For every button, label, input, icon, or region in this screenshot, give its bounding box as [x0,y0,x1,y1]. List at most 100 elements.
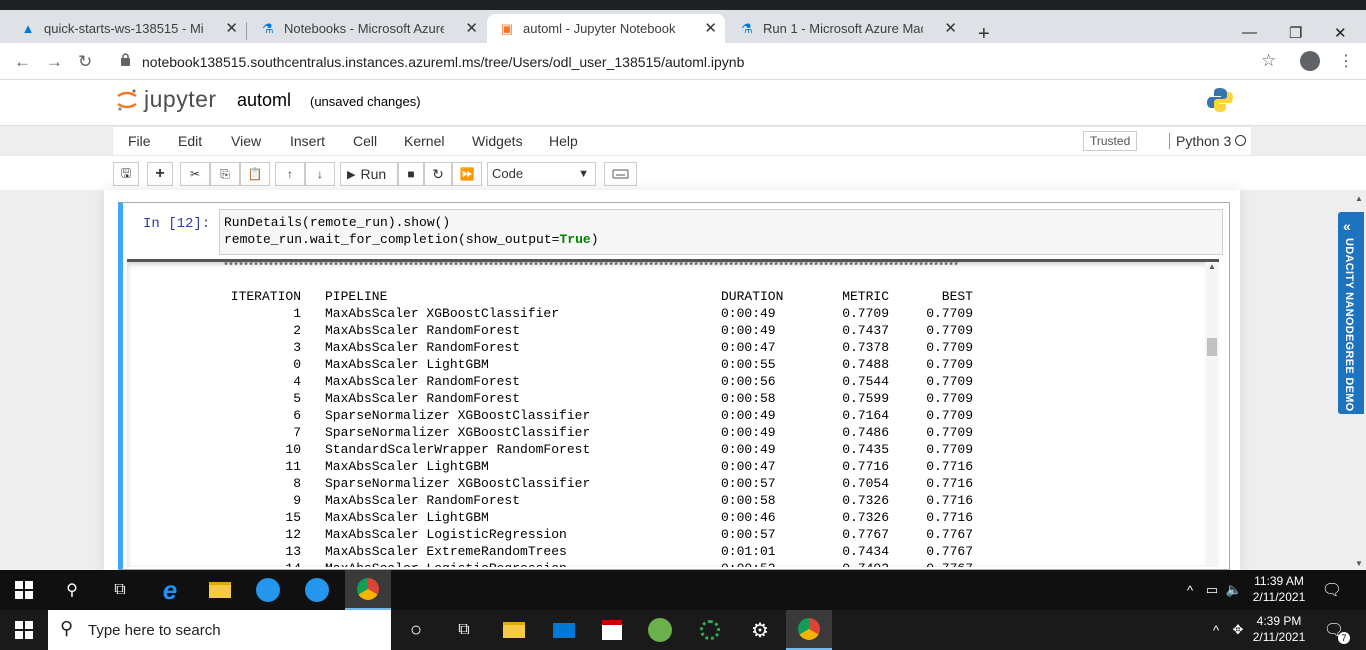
utorrent-icon[interactable] [648,618,672,642]
browser-tab-3-active[interactable]: ▣ automl - Jupyter Notebook ✕ [487,14,725,43]
trusted-indicator[interactable]: Trusted [1083,131,1138,151]
table-row: 15 MaxAbsScaler LightGBM 0:00:46 0.7326 0.77… [225,510,973,527]
cut-icon[interactable]: ✂ [180,162,210,186]
forward-icon[interactable]: → [46,52,63,72]
windows-start-icon[interactable] [12,578,36,602]
close-window-icon[interactable]: ✕ [1334,24,1347,42]
clock[interactable]: 11:39 AM 2/11/2021 [1244,573,1314,605]
menu-insert[interactable]: Insert [290,133,325,149]
scroll-down-icon[interactable]: ▼ [1355,559,1363,568]
chrome-icon[interactable] [786,610,832,650]
close-tab-icon[interactable]: ✕ [944,19,957,37]
calendar-app-icon[interactable] [600,618,624,642]
move-up-icon[interactable]: ↑ [275,162,305,186]
file-explorer-icon[interactable] [208,578,232,602]
restart-icon[interactable]: ↻ [424,162,452,186]
cell-metric: 0.7544 [842,374,889,389]
jupyter-logo-icon[interactable] [116,87,138,113]
windows-start-icon[interactable] [12,618,36,642]
cortana-icon[interactable]: ○ [404,618,428,642]
bookmark-star-icon[interactable]: ☆ [1261,51,1276,71]
kernel-name[interactable]: Python 3 [1169,133,1231,149]
notebook-name[interactable]: automl [237,90,291,111]
taskbar-search-box[interactable]: ⚲ Type here to search [48,610,391,650]
more-menu-icon[interactable]: ⋮ [1338,51,1354,71]
address-bar: ← → ↻ notebook138515.southcentralus.inst… [0,43,1366,80]
settings-gear-icon[interactable]: ⚙ [748,618,772,642]
menu-widgets[interactable]: Widgets [472,133,523,149]
restore-icon[interactable]: ❐ [1289,24,1302,42]
output-scrollbar[interactable]: ▲ [1205,262,1219,567]
stop-icon[interactable]: ■ [398,162,424,186]
udacity-side-panel[interactable]: « UDACITY NANODEGREE DEMO [1338,212,1364,414]
jupyter-brand[interactable]: jupyter [144,86,217,113]
scroll-up-icon[interactable]: ▲ [1208,262,1216,271]
scroll-up-icon[interactable]: ▲ [1355,194,1363,203]
reload-icon[interactable]: ↻ [78,52,92,72]
new-tab-icon[interactable]: + [978,24,990,44]
close-tab-icon[interactable]: ✕ [704,19,717,37]
cell-metric: 0.7326 [842,510,889,525]
docker-icon[interactable] [256,578,280,602]
network-icon[interactable]: ▭ [1200,578,1224,602]
cell-iteration: 0 [293,357,301,372]
browser-tab-1[interactable]: ▲ quick-starts-ws-138515 - Microso ✕ [8,14,246,43]
copy-icon[interactable]: ⎘ [210,162,240,186]
sync-app-icon[interactable] [698,618,722,642]
cell-duration: 0:00:49 [721,442,776,457]
cell-pipeline: SparseNormalizer XGBoostClassifier [325,425,591,440]
menu-edit[interactable]: Edit [178,133,202,149]
cell-type-select[interactable]: Code ▼ [487,162,596,186]
tab-title: Notebooks - Microsoft Azure Ma [284,21,444,36]
chrome-icon[interactable] [345,570,391,610]
header-metric: METRIC [842,289,889,304]
menu-file[interactable]: File [128,133,151,149]
back-icon[interactable]: ← [14,52,31,72]
task-view-icon[interactable]: ⧉ [108,578,132,602]
minimize-icon[interactable]: — [1242,24,1257,41]
chevron-up-icon[interactable]: ^ [1178,578,1202,602]
docker-icon[interactable] [305,578,329,602]
mail-icon[interactable] [552,618,576,642]
menu-view[interactable]: View [231,133,261,149]
profile-avatar-icon[interactable] [1300,51,1320,71]
close-tab-icon[interactable]: ✕ [465,19,478,37]
search-icon[interactable]: ⚲ [60,578,84,602]
cell-metric: 0.7435 [842,442,889,457]
paste-icon[interactable]: 📋 [240,162,270,186]
cell-pipeline: MaxAbsScaler LogisticRegression [325,561,567,567]
browser-tab-4[interactable]: ⚗ Run 1 - Microsoft Azure Machine ✕ [727,14,965,43]
url-field[interactable]: notebook138515.southcentralus.instances.… [142,54,744,70]
clock[interactable]: 4:39 PM 2/11/2021 [1244,613,1314,645]
restart-run-all-icon[interactable]: ⏩ [452,162,482,186]
internet-explorer-icon[interactable]: e [158,575,182,605]
notifications-icon[interactable]: 🗨 [1320,578,1344,602]
windows-logo [15,621,33,639]
notifications-icon[interactable]: 🗨 7 [1322,618,1350,644]
cell-metric: 0.7437 [842,323,889,338]
cell-iteration: 10 [285,442,301,457]
file-explorer-icon[interactable] [502,618,526,642]
keyboard-icon[interactable] [604,162,637,186]
move-down-icon[interactable]: ↓ [305,162,335,186]
close-tab-icon[interactable]: ✕ [225,19,238,37]
menu-help[interactable]: Help [549,133,578,149]
cell-pipeline: MaxAbsScaler RandomForest [325,391,521,406]
volume-muted-icon[interactable]: 🔈 [1222,578,1246,602]
task-view-icon[interactable]: ⧉ [452,618,476,642]
cell-best: 0.7767 [926,527,973,542]
insert-cell-icon[interactable]: + [147,162,173,186]
cell-duration: 0:00:49 [721,306,776,321]
menu-kernel[interactable]: Kernel [404,133,444,149]
cell-iteration: 13 [285,544,301,559]
output-scroll-thumb[interactable] [1207,338,1217,356]
chevron-up-icon[interactable]: ^ [1204,618,1228,642]
menu-cell[interactable]: Cell [353,133,377,149]
browser-tab-2[interactable]: ⚗ Notebooks - Microsoft Azure Ma ✕ [248,14,486,43]
run-button[interactable]: ▶ Run [340,162,398,186]
save-icon[interactable]: 🖫 [113,162,139,186]
lock-icon[interactable] [120,53,131,66]
code-cell[interactable]: In [12]: RunDetails(remote_run).show() r… [118,202,1230,570]
cell-output[interactable]: ****************************************… [127,259,1219,567]
code-input[interactable]: RunDetails(remote_run).show() remote_run… [219,209,1223,255]
